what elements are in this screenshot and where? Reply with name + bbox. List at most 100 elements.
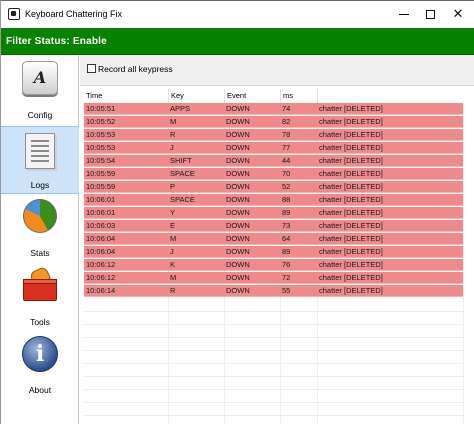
logs-toolbar: Record all keypress bbox=[80, 55, 474, 86]
event-cell: DOWN bbox=[226, 195, 250, 204]
event-cell: DOWN bbox=[226, 273, 250, 282]
grid-line bbox=[84, 350, 463, 351]
grid-line bbox=[84, 415, 463, 416]
maximize-icon bbox=[425, 10, 435, 19]
sidebar-item-label: Tools bbox=[30, 317, 50, 327]
sidebar-item-logs[interactable]: Logs bbox=[1, 126, 79, 194]
event-cell: DOWN bbox=[226, 169, 250, 178]
table-row[interactable]: 10:05:59 P DOWN 52 chatter [DELETED] bbox=[84, 181, 463, 193]
document-icon bbox=[25, 133, 55, 169]
key-cell: J bbox=[170, 143, 174, 152]
table-row[interactable]: 10:06:04 M DOWN 64 chatter [DELETED] bbox=[84, 233, 463, 245]
note-cell: chatter [DELETED] bbox=[319, 286, 383, 295]
filter-status-text: Filter Status: Enable bbox=[6, 36, 107, 47]
table-row[interactable]: 10:05:52 M DOWN 82 chatter [DELETED] bbox=[84, 116, 463, 128]
event-cell: DOWN bbox=[226, 104, 250, 113]
time-cell: 10:06:04 bbox=[86, 234, 116, 243]
app-icon bbox=[8, 8, 20, 20]
time-cell: 10:05:53 bbox=[86, 130, 116, 139]
table-row[interactable]: 10:06:01 SPACE DOWN 88 chatter [DELETED] bbox=[84, 194, 463, 206]
record-all-checkbox[interactable] bbox=[87, 64, 96, 73]
key-cell: E bbox=[170, 221, 176, 230]
table-row[interactable]: 10:06:12 K DOWN 76 chatter [DELETED] bbox=[84, 259, 463, 271]
table-row[interactable]: 10:06:04 J DOWN 89 chatter [DELETED] bbox=[84, 246, 463, 258]
grid-line bbox=[84, 376, 463, 377]
note-cell: chatter [DELETED] bbox=[319, 195, 383, 204]
column-header-ms[interactable]: ms bbox=[280, 89, 317, 103]
time-cell: 10:06:12 bbox=[86, 260, 116, 269]
sidebar-item-about[interactable]: i About bbox=[1, 333, 79, 401]
note-cell: chatter [DELETED] bbox=[319, 182, 383, 191]
column-header-note[interactable] bbox=[317, 89, 463, 103]
time-cell: 10:05:52 bbox=[86, 117, 116, 126]
ms-cell: 74 bbox=[282, 104, 291, 113]
table-row[interactable]: 10:05:54 SHIFT DOWN 44 chatter [DELETED] bbox=[84, 155, 463, 167]
key-cell: M bbox=[170, 117, 177, 126]
time-cell: 10:05:51 bbox=[86, 104, 116, 113]
app-window: Keyboard Chattering Fix ✕ Filter Status:… bbox=[0, 0, 474, 424]
time-cell: 10:06:04 bbox=[86, 247, 116, 256]
ms-cell: 73 bbox=[282, 221, 291, 230]
close-icon: ✕ bbox=[452, 7, 464, 22]
table-row[interactable]: 10:05:53 J DOWN 77 chatter [DELETED] bbox=[84, 142, 463, 154]
table-row[interactable]: 10:06:12 M DOWN 72 chatter [DELETED] bbox=[84, 272, 463, 284]
table-row[interactable]: 10:05:51 APPS DOWN 74 chatter [DELETED] bbox=[84, 103, 463, 115]
sidebar-item-tools[interactable]: Tools bbox=[1, 264, 79, 332]
key-cell: APPS bbox=[170, 104, 191, 113]
minimize-icon bbox=[399, 14, 409, 15]
key-cell: J bbox=[170, 247, 174, 256]
event-cell: DOWN bbox=[226, 260, 250, 269]
time-cell: 10:05:53 bbox=[86, 143, 116, 152]
sidebar-item-label: Config bbox=[27, 110, 53, 120]
sidebar-item-stats[interactable]: Stats bbox=[1, 195, 79, 263]
table-row[interactable]: 10:05:59 SPACE DOWN 70 chatter [DELETED] bbox=[84, 168, 463, 180]
event-cell: DOWN bbox=[226, 234, 250, 243]
event-cell: DOWN bbox=[226, 208, 250, 217]
record-all-label[interactable]: Record all keypress bbox=[98, 64, 173, 74]
key-cell: R bbox=[170, 286, 176, 295]
filter-status-bar: Filter Status: Enable bbox=[1, 28, 474, 55]
time-cell: 10:06:14 bbox=[86, 286, 116, 295]
grid-line bbox=[84, 324, 463, 325]
note-cell: chatter [DELETED] bbox=[319, 104, 383, 113]
column-header-time[interactable]: Time bbox=[84, 89, 168, 103]
time-cell: 10:06:12 bbox=[86, 273, 116, 282]
main-panel: Record all keypress Time Key Event ms 10… bbox=[80, 55, 474, 424]
log-table[interactable]: Time Key Event ms 10:05:51 APPS DOWN 74 chat… bbox=[80, 86, 474, 424]
note-cell: chatter [DELETED] bbox=[319, 169, 383, 178]
close-button[interactable]: ✕ bbox=[441, 1, 474, 28]
table-row[interactable]: 10:05:53 R DOWN 78 chatter [DELETED] bbox=[84, 129, 463, 141]
title-bar[interactable]: Keyboard Chattering Fix ✕ bbox=[1, 1, 474, 28]
grid-line bbox=[84, 363, 463, 364]
key-cell: M bbox=[170, 234, 177, 243]
note-cell: chatter [DELETED] bbox=[319, 234, 383, 243]
grid-line bbox=[84, 402, 463, 403]
column-header-event[interactable]: Event bbox=[224, 89, 280, 103]
ms-cell: 89 bbox=[282, 208, 291, 217]
event-cell: DOWN bbox=[226, 143, 250, 152]
ms-cell: 76 bbox=[282, 260, 291, 269]
keyboard-key-icon: A bbox=[22, 61, 58, 95]
table-row[interactable]: 10:06:01 Y DOWN 89 chatter [DELETED] bbox=[84, 207, 463, 219]
ms-cell: 44 bbox=[282, 156, 291, 165]
key-cell: M bbox=[170, 273, 177, 282]
table-row[interactable]: 10:06:03 E DOWN 73 chatter [DELETED] bbox=[84, 220, 463, 232]
sidebar-item-config[interactable]: A Config bbox=[1, 55, 79, 123]
sidebar-item-label: Stats bbox=[30, 248, 50, 258]
keyboard-key-glyph: A bbox=[33, 68, 47, 87]
event-cell: DOWN bbox=[226, 286, 250, 295]
ms-cell: 89 bbox=[282, 247, 291, 256]
sidebar-item-label: About bbox=[28, 385, 52, 395]
column-header-key[interactable]: Key bbox=[168, 89, 224, 103]
time-cell: 10:06:01 bbox=[86, 195, 116, 204]
event-cell: DOWN bbox=[226, 247, 250, 256]
key-cell: R bbox=[170, 130, 176, 139]
event-cell: DOWN bbox=[226, 130, 250, 139]
ms-cell: 70 bbox=[282, 169, 291, 178]
event-cell: DOWN bbox=[226, 117, 250, 126]
key-cell: SPACE bbox=[170, 169, 195, 178]
note-cell: chatter [DELETED] bbox=[319, 208, 383, 217]
table-row[interactable]: 10:06:14 R DOWN 55 chatter [DELETED] bbox=[84, 285, 463, 297]
event-cell: DOWN bbox=[226, 221, 250, 230]
note-cell: chatter [DELETED] bbox=[319, 221, 383, 230]
